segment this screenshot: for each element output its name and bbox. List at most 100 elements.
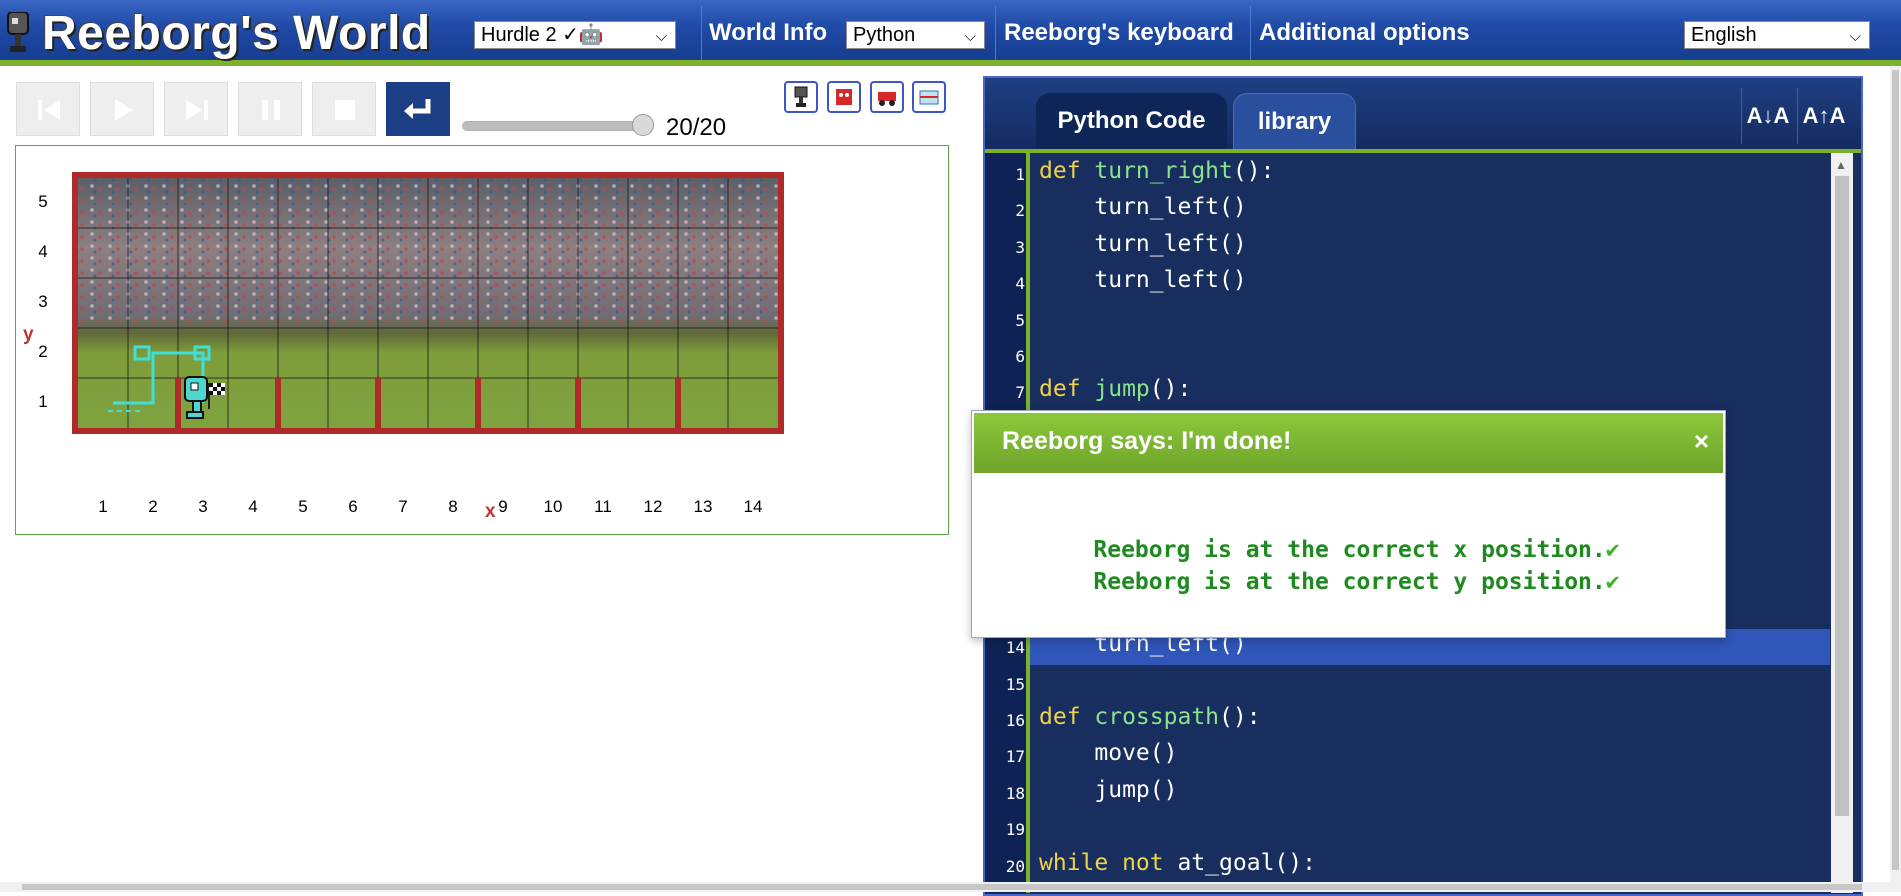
world-edit-icon — [919, 90, 939, 105]
flag-square — [213, 391, 217, 395]
code-line[interactable]: def turn_right(): — [1039, 158, 1274, 184]
line-number: 20 — [1005, 856, 1025, 876]
pause-button[interactable] — [238, 82, 302, 136]
x-tick-label: 14 — [743, 497, 763, 516]
code-line[interactable]: while not at_goal(): — [1039, 850, 1316, 876]
line-number: 6 — [1015, 347, 1025, 366]
done-dialog: Reeborg says: I'm done! × Reeborg is at … — [971, 410, 1726, 638]
run-button[interactable] — [90, 82, 154, 136]
line-number: 15 — [1005, 674, 1025, 694]
code-token: (): — [1232, 158, 1275, 184]
tab-library[interactable]: library — [1233, 93, 1356, 152]
x-axis-label: x — [485, 501, 496, 522]
y-position-message: Reeborg is at the correct y position. — [1093, 569, 1606, 595]
code-line[interactable]: move() — [1039, 740, 1177, 766]
line-number: 2 — [1015, 201, 1025, 221]
line-number: 5 — [1015, 310, 1025, 330]
flag-square — [217, 391, 221, 395]
x-tick-label: 3 — [198, 497, 208, 516]
x-tick-label: 2 — [148, 497, 158, 516]
wall-segment — [475, 378, 481, 428]
y-tick-label: 1 — [38, 392, 48, 411]
wall-segment — [275, 378, 281, 428]
ui-language-select[interactable]: English ⌵ — [1684, 21, 1870, 49]
line-number: 16 — [1005, 711, 1025, 730]
app-title: Reeborg's World — [42, 7, 431, 60]
code-line[interactable]: turn_left() — [1039, 267, 1247, 294]
speed-slider-handle[interactable] — [632, 114, 654, 136]
flag-square — [221, 387, 225, 391]
page-vertical-scroll-thumb[interactable] — [1892, 70, 1899, 870]
world-grid[interactable] — [16, 146, 948, 534]
menu-divider — [701, 6, 702, 60]
world-panel: 1 2 3 4 5 6 7 8 9 10 11 12 13 14 54321 x y — [15, 145, 949, 535]
code-token: turn_left() — [1039, 267, 1247, 294]
flag-square — [209, 391, 213, 395]
flag-square — [217, 387, 221, 391]
robot-model-button[interactable] — [827, 81, 861, 113]
increase-font-button[interactable]: A↑A — [1797, 88, 1850, 144]
red-car-icon — [878, 92, 896, 106]
reverse-step-button[interactable] — [16, 82, 80, 136]
robot-info-button[interactable] — [784, 81, 818, 113]
wall-segment — [575, 378, 581, 428]
decrease-font-button[interactable]: A↓A — [1741, 88, 1794, 144]
code-token: move() — [1039, 740, 1178, 767]
flag-square — [213, 383, 217, 387]
wall-segment — [375, 378, 381, 428]
keyword-token: def — [1039, 376, 1095, 403]
code-token: turn_left() — [1039, 230, 1247, 257]
code-line[interactable]: turn_left() — [1039, 194, 1246, 220]
code-line[interactable]: jump() — [1039, 777, 1177, 803]
robot-eye — [190, 382, 199, 391]
wall-segment — [175, 378, 181, 428]
world-select-value: Hurdle 2 ✓🤖 — [481, 24, 604, 46]
flag-square — [209, 387, 213, 391]
dialog-header: Reeborg says: I'm done! × — [974, 413, 1723, 473]
keyword-token: def — [1039, 158, 1095, 184]
additional-options-button[interactable]: Additional options — [1259, 19, 1470, 47]
line-number: 1 — [1015, 165, 1025, 184]
code-line[interactable]: def jump(): — [1039, 376, 1191, 402]
x-tick-label: 6 — [348, 497, 358, 516]
wall-segment — [675, 378, 681, 428]
flag-square — [221, 391, 225, 395]
step-button[interactable] — [164, 82, 228, 136]
scroll-up-arrow-icon[interactable]: ▲ — [1835, 158, 1847, 172]
x-tick-label: 5 — [298, 497, 308, 516]
editor-scroll-thumb[interactable] — [1835, 176, 1849, 816]
code-line[interactable]: turn_left() — [1039, 230, 1247, 257]
line-number: 19 — [1005, 820, 1025, 840]
world-select[interactable]: Hurdle 2 ✓🤖 ⌵ — [474, 21, 676, 49]
speed-slider-track[interactable] — [462, 121, 654, 131]
world-editor-button[interactable] — [912, 81, 946, 113]
menu-divider — [995, 6, 996, 60]
code-line[interactable]: def crosspath(): — [1039, 704, 1261, 730]
close-icon[interactable]: × — [1694, 426, 1709, 457]
tab-python-code[interactable]: Python Code — [1036, 93, 1227, 152]
x-tick-label: 7 — [398, 497, 408, 516]
flag-square — [209, 383, 213, 387]
keyboard-button[interactable]: Reeborg's keyboard — [1004, 19, 1234, 47]
robot-icon — [794, 86, 808, 107]
world-objects-button[interactable] — [870, 81, 904, 113]
speed-slider-fill — [463, 122, 653, 130]
reeborg-logo-icon — [7, 12, 29, 52]
reload-button[interactable] — [386, 82, 450, 136]
ui-language-value: English — [1691, 24, 1757, 46]
code-token: (): — [1219, 704, 1261, 730]
x-tick-label: 13 — [693, 497, 713, 516]
step-counter: 20/20 — [666, 114, 727, 141]
reeborg-robot — [184, 376, 208, 419]
world-info-button[interactable]: World Info — [709, 19, 827, 47]
programming-language-select[interactable]: Python ⌵ — [846, 21, 985, 49]
flag-square — [217, 383, 221, 387]
page-horizontal-scroll-thumb[interactable] — [22, 884, 1862, 890]
y-tick-label: 3 — [38, 292, 48, 311]
language-select-value: Python — [853, 24, 916, 46]
line-number: 7 — [1015, 383, 1025, 403]
x-tick-label: 4 — [248, 497, 258, 516]
flag-square — [221, 383, 225, 387]
line-number: 3 — [1015, 237, 1025, 257]
stop-button[interactable] — [312, 82, 376, 136]
